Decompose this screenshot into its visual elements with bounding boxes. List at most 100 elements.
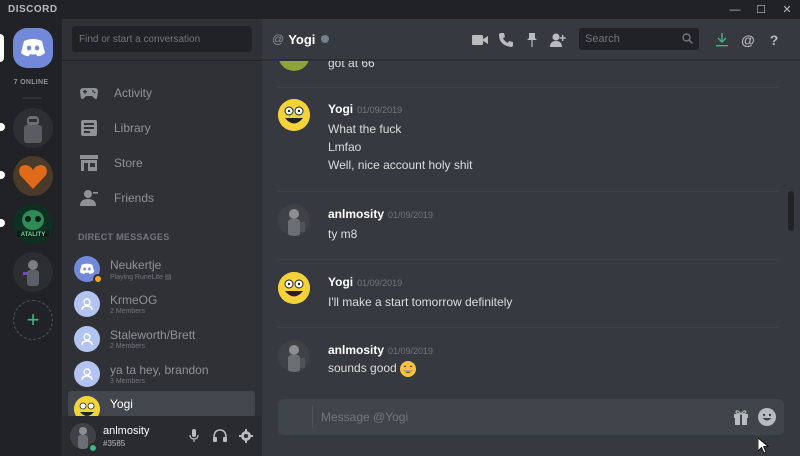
microphone-icon[interactable] [186,428,202,444]
server-avatar-knight[interactable] [13,108,53,148]
rail-divider [22,97,42,99]
message-avatar[interactable] [278,204,310,236]
header-actions [471,31,567,49]
dm-name: Yogi [110,397,133,411]
minimize-icon[interactable]: — [722,0,748,19]
voice-call-icon[interactable] [497,31,515,49]
offline-status-dot [321,35,330,43]
add-server-button[interactable]: + [13,300,53,340]
channel-title: Yogi [288,31,316,47]
store-icon [78,152,100,174]
nav-store-label: Store [114,156,143,170]
server-avatar-fatality[interactable]: ATALITY [13,204,53,244]
gift-icon[interactable] [732,408,750,426]
dm-item-ya-ta-hey[interactable]: ya ta hey, brandon 3 Members [68,357,255,391]
app-brand: DISCORD [8,4,58,15]
conversation-search-input[interactable]: Find or start a conversation [72,26,252,52]
dm-activity: Playing RuneLite ▤ [110,273,172,281]
message-author[interactable]: anlmosity 01/09/2019 [328,343,433,357]
help-icon[interactable]: ? [765,31,783,49]
idle-status-badge [93,274,103,284]
dm-item-krmeog[interactable]: KrmeOG 2 Members [68,287,255,321]
message-text: sounds good [328,361,416,377]
dm-sidebar: Find or start a conversation Activity Li… [62,19,262,456]
dm-item-staleworth-brett[interactable]: Staleworth/Brett 2 Members [68,322,255,356]
dm-name: ya ta hey, brandon [110,363,209,377]
pin-icon[interactable] [523,31,541,49]
chat-panel: @ Yogi Search @ ? got at 66 Yogi 01/09/2… [262,19,800,456]
scrollbar-thumb[interactable] [788,191,794,231]
group-avatar [74,326,100,352]
close-icon[interactable]: ✕ [774,0,800,19]
message-author[interactable]: anlmosity 01/09/2019 [328,207,433,221]
dm-name: KrmeOG [110,293,158,307]
home-icon [21,39,45,57]
search-icon [682,32,694,47]
message-timestamp: 01/09/2019 [388,210,434,220]
gear-icon[interactable] [238,428,254,444]
dm-member-count: 3 Members [110,378,146,385]
rich-presence-icon: ▤ [164,273,172,281]
user-name: anlmosity [103,424,150,437]
nav-friends-label: Friends [114,191,155,205]
message-input[interactable]: Message @Yogi [321,410,408,424]
library-icon [78,117,100,139]
gamepad-icon [78,82,100,104]
nav-activity[interactable]: Activity [72,77,254,109]
dm-name: Neukertje [110,257,162,272]
avatar [74,256,103,284]
mention-icon[interactable]: @ [739,31,757,49]
dm-section-header: DIRECT MESSAGES [78,232,170,242]
online-count: 7 ONLINE [13,79,49,86]
message-scrollbar[interactable] [788,61,794,386]
dm-member-count: 2 Members [110,308,146,315]
grinning-emoji-icon [399,361,416,377]
unread-indicator [0,219,5,227]
message-author[interactable]: Yogi 01/09/2019 [328,275,402,289]
maximize-icon[interactable]: ☐ [748,0,774,19]
search-placeholder: Search [585,33,620,45]
mouse-cursor-icon [758,438,770,454]
emoji-picker-icon[interactable] [758,408,776,426]
search-input[interactable]: Search [579,28,699,50]
group-avatar [74,361,100,387]
sidebar-divider [62,60,262,61]
message-avatar [278,61,310,71]
server-avatar-heart[interactable] [13,156,53,196]
video-call-icon[interactable] [471,31,489,49]
message-composer[interactable]: Message @Yogi [278,399,784,435]
nav-friends[interactable]: Friends [72,182,254,214]
at-symbol: @ [272,32,285,46]
user-panel: anlmosity #3585 [62,416,262,456]
chat-header: @ Yogi Search @ ? [262,19,800,60]
nav-store[interactable]: Store [72,147,254,179]
message-author[interactable]: Yogi 01/09/2019 [328,102,402,116]
message-text: I'll make a start tomorrow definitely [328,295,513,309]
svg-text:ATALITY: ATALITY [21,232,45,238]
friends-icon [78,187,100,209]
server-avatar-figure[interactable] [13,252,53,292]
upload-button[interactable] [286,406,313,428]
download-icon[interactable] [713,31,731,49]
dm-member-count: 2 Members [110,343,146,350]
message-text: Lmfao [328,140,362,154]
message-timestamp: 01/09/2019 [357,278,403,288]
title-bar: DISCORD — ☐ ✕ [0,0,800,19]
message-list: got at 66 Yogi 01/09/2019 What the fuck L… [262,61,792,386]
message-avatar[interactable] [278,340,310,372]
unread-indicator [0,123,5,131]
headphones-icon[interactable] [212,428,228,444]
dm-item-neukertje[interactable]: Neukertje Playing RuneLite ▤ [68,252,255,286]
message-avatar[interactable] [278,99,310,131]
server-rail: 7 ONLINE ATALITY + [0,19,62,456]
selected-indicator [0,34,4,62]
nav-library[interactable]: Library [72,112,254,144]
discord-app: DISCORD — ☐ ✕ 7 ONLINE ATALITY + Find or… [0,0,800,456]
unread-indicator [0,171,5,179]
home-button[interactable] [13,28,53,68]
message-avatar[interactable] [278,272,310,304]
add-friend-icon[interactable] [549,31,567,49]
dm-item-yogi[interactable]: Yogi [68,391,255,422]
add-server-icon: + [26,307,40,332]
dm-name: Staleworth/Brett [110,328,196,342]
